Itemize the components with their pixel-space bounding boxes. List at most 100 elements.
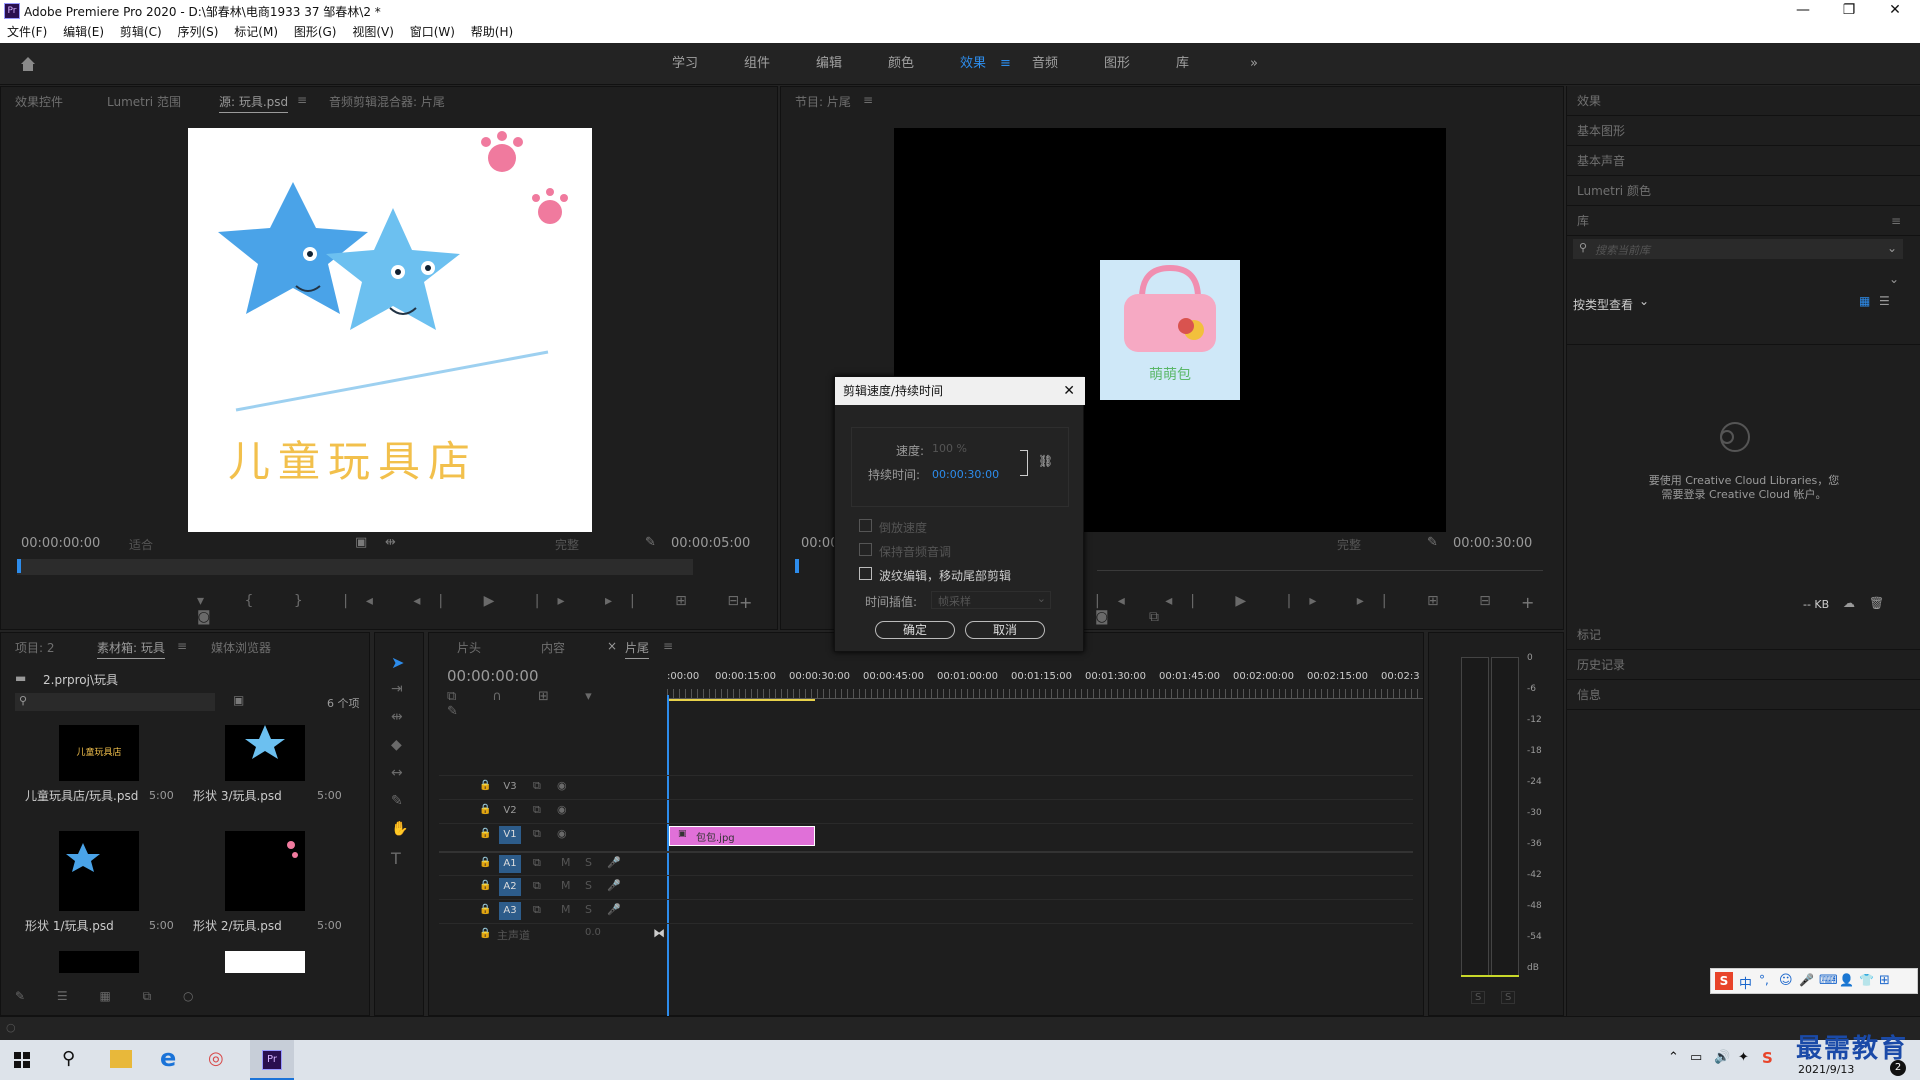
windows-start-icon[interactable] <box>14 1052 30 1068</box>
workspace-graphics[interactable]: 图形 <box>1104 43 1130 85</box>
view-by-type-dropdown[interactable]: 按类型查看 <box>1573 296 1633 313</box>
eye-icon[interactable]: ◉ <box>557 827 567 840</box>
lock-icon[interactable]: 🔒 <box>479 857 491 868</box>
list-view-icon[interactable]: ☰ <box>1879 294 1890 308</box>
mute-button[interactable]: M <box>561 903 571 916</box>
sync-icon[interactable]: ⧉ <box>533 779 541 793</box>
sync-icon[interactable]: ⧉ <box>533 827 541 841</box>
maximize-button[interactable]: ❐ <box>1826 0 1872 22</box>
track-label[interactable]: V2 <box>499 802 521 820</box>
menu-view[interactable]: 视图(V) <box>352 22 394 43</box>
project-item[interactable]: 形状 1/玩具.psd 5:00 <box>15 823 181 947</box>
close-button[interactable]: ✕ <box>1872 0 1918 22</box>
source-add-button-icon[interactable]: + <box>739 593 752 612</box>
menu-edit[interactable]: 编辑(E) <box>63 22 104 43</box>
paint-app-icon[interactable]: ◎ <box>208 1048 224 1069</box>
grid-view-icon[interactable]: ▦ <box>1859 294 1870 308</box>
workspace-learn[interactable]: 学习 <box>672 43 698 85</box>
track-select-tool-icon[interactable]: ⇥ <box>391 681 403 697</box>
ime-punctuation[interactable]: °, <box>1759 973 1769 987</box>
solo-button[interactable]: S <box>585 856 592 869</box>
lock-icon[interactable]: 🔒 <box>479 928 491 939</box>
ime-tray-icon[interactable]: ✦ <box>1738 1050 1749 1065</box>
workspace-audio[interactable]: 音频 <box>1032 43 1058 85</box>
trash-icon[interactable]: 🗑 <box>1869 596 1884 610</box>
sequence-tab-menu-icon[interactable]: ≡ <box>663 639 673 653</box>
menu-marker[interactable]: 标记(M) <box>234 22 278 43</box>
tray-overflow-icon[interactable]: ⌃ <box>1668 1050 1679 1065</box>
track-label[interactable]: V3 <box>499 778 521 796</box>
razor-tool-icon[interactable]: ◆ <box>391 737 402 753</box>
source-playhead[interactable] <box>17 559 21 573</box>
source-timecode-in[interactable]: 00:00:00:00 <box>21 536 100 551</box>
premiere-taskbar-button[interactable]: Pr <box>250 1040 294 1080</box>
meter-solo-left[interactable]: S <box>1471 991 1486 1004</box>
track-label[interactable]: A3 <box>499 902 521 920</box>
tab-lumetri-scopes[interactable]: Lumetri 范围 <box>107 93 181 110</box>
source-settings-icon[interactable]: ▣ <box>355 535 367 550</box>
eye-icon[interactable]: ◉ <box>557 803 567 816</box>
library-search-input[interactable]: 搜索当前库 <box>1595 242 1650 258</box>
tab-essential-graphics[interactable]: 基本图形 <box>1567 116 1920 146</box>
meter-solo-right[interactable]: S <box>1501 991 1516 1004</box>
menu-clip[interactable]: 剪辑(C) <box>120 22 162 43</box>
type-tool-icon[interactable]: T <box>391 849 401 868</box>
lock-icon[interactable]: 🔒 <box>479 828 491 839</box>
source-transport-controls[interactable]: ▾ { } |◂ ◂| ▶ |▸ ▸| ⊞ ⊟ ◙ <box>197 593 777 625</box>
timeline-timecode[interactable]: 00:00:00:00 <box>447 667 539 685</box>
ime-emoji-icon[interactable]: ☺ <box>1779 973 1793 988</box>
source-fit-dropdown[interactable]: 适合 <box>129 536 153 553</box>
pen-tool-icon[interactable]: ✎ <box>391 793 403 809</box>
file-explorer-icon[interactable] <box>110 1050 132 1068</box>
track-label[interactable]: V1 <box>499 826 521 844</box>
new-bin-icon[interactable]: ▣ <box>233 693 244 707</box>
hand-tool-icon[interactable]: ✋ <box>391 821 408 837</box>
dialog-close-icon[interactable]: ✕ <box>1063 377 1075 405</box>
duration-value[interactable]: 00:00:30:00 <box>932 468 999 481</box>
selection-tool-icon[interactable]: ➤ <box>391 653 404 672</box>
go-to-end-icon[interactable]: ⧓ <box>653 926 665 940</box>
sync-icon[interactable]: ⧉ <box>533 803 541 817</box>
ime-skin-icon[interactable]: 👕 <box>1859 973 1874 987</box>
source-scrub-bar[interactable] <box>17 559 693 575</box>
source-insert-icon[interactable]: ⇹ <box>385 535 396 550</box>
project-item[interactable]: 形状 2/玩具.psd 5:00 <box>183 823 349 947</box>
menu-file[interactable]: 文件(F) <box>7 22 47 43</box>
project-toolbar[interactable]: ✎ ☰ ▦ ⧉ ○ <box>15 989 355 1009</box>
ime-user-icon[interactable]: 👤 <box>1839 973 1854 987</box>
home-icon[interactable] <box>20 56 36 72</box>
slip-tool-icon[interactable]: ↔ <box>391 765 403 781</box>
microphone-icon[interactable]: 🎤 <box>607 879 621 892</box>
workspace-libraries[interactable]: 库 <box>1176 43 1189 85</box>
tab-sequence-ending[interactable]: 片尾 <box>625 639 650 659</box>
tab-lumetri-color[interactable]: Lumetri 颜色 <box>1567 176 1920 206</box>
lock-icon[interactable]: 🔒 <box>479 804 491 815</box>
program-scrub-bar[interactable] <box>1097 563 1543 571</box>
tab-sequence-content[interactable]: 内容 <box>541 639 565 656</box>
sogou-icon[interactable]: S <box>1715 972 1733 990</box>
tab-effect-controls[interactable]: 效果控件 <box>15 93 63 110</box>
tab-sequence-opening[interactable]: 片头 <box>457 639 481 656</box>
program-timecode-in[interactable]: 00:00 <box>801 536 838 551</box>
library-search-bar[interactable]: ⚲ 搜索当前库 ⌄ <box>1573 239 1903 259</box>
program-quality-dropdown[interactable]: 完整 <box>1337 536 1361 553</box>
microphone-icon[interactable]: 🎤 <box>607 856 621 869</box>
tab-source[interactable]: 源: 玩具.psd <box>219 93 289 113</box>
eye-icon[interactable]: ◉ <box>557 779 567 792</box>
tab-program[interactable]: 节目: 片尾 <box>795 93 851 110</box>
view-by-type-chevron-icon[interactable]: ⌄ <box>1639 294 1649 308</box>
workspace-more-button[interactable]: » <box>1250 43 1258 85</box>
tab-essential-sound[interactable]: 基本声音 <box>1567 146 1920 176</box>
track-label[interactable]: A1 <box>499 855 521 873</box>
lock-icon[interactable]: 🔒 <box>479 904 491 915</box>
program-tab-menu-icon[interactable]: ≡ <box>863 93 873 107</box>
solo-button[interactable]: S <box>585 903 592 916</box>
source-wrench-icon[interactable]: ✎ <box>645 535 656 550</box>
workspace-editing[interactable]: 编辑 <box>816 43 842 85</box>
tab-menu-icon[interactable]: ≡ <box>297 93 307 107</box>
timeline-ruler[interactable]: :00:00 00:00:15:00 00:00:30:00 00:00:45:… <box>667 665 1423 707</box>
program-add-button-icon[interactable]: + <box>1521 593 1534 612</box>
ripple-edit-checkbox[interactable] <box>859 567 872 580</box>
cloud-sync-icon[interactable]: ☁ <box>1843 596 1855 610</box>
program-playhead[interactable] <box>795 559 799 573</box>
